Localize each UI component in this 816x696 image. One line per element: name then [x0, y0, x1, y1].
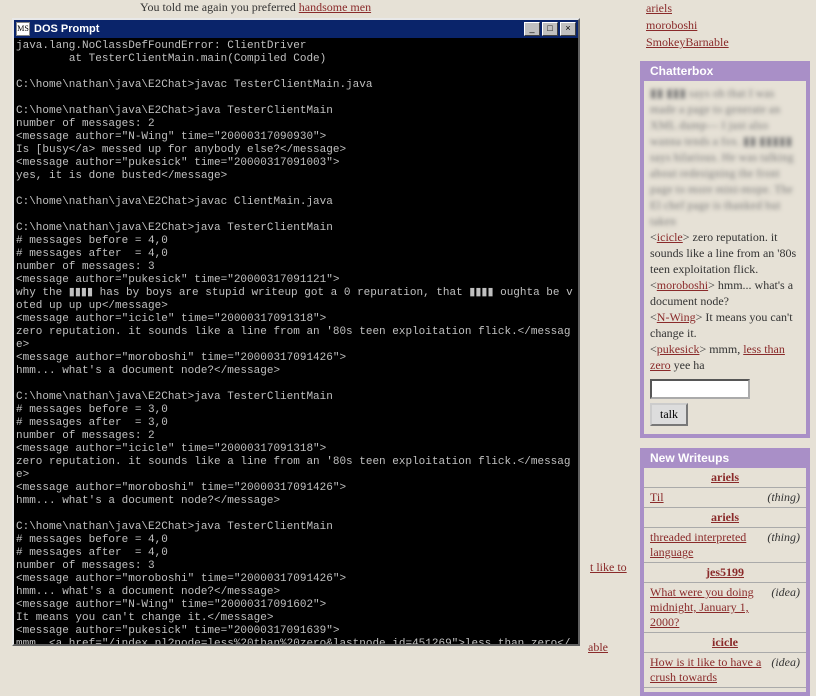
writeup-title-link[interactable]: How is it like to have a crush towards: [650, 655, 765, 685]
titlebar[interactable]: MS DOS Prompt _ □ ×: [14, 20, 578, 38]
writeup-type: (thing): [767, 530, 800, 545]
handsome-men-link[interactable]: handsome men: [299, 0, 371, 14]
chatterbox-message: <moroboshi> hmm... what's a document nod…: [650, 277, 800, 309]
talk-button[interactable]: talk: [650, 403, 688, 426]
bg-link-1[interactable]: t like to: [590, 560, 627, 575]
top-text-line1-prefix: You told me again you preferred: [140, 0, 299, 14]
user-link[interactable]: ariels: [646, 1, 672, 16]
writeup-row: Til (thing): [644, 488, 806, 508]
writeup-row: threaded interpreted language (thing): [644, 528, 806, 563]
new-writeups-panel: New Writeups arielsTil(thing)arielsthrea…: [640, 448, 810, 696]
new-writeups-header: New Writeups: [644, 448, 806, 468]
writeup-title-link[interactable]: What were you doing midnight, January 1,…: [650, 585, 765, 630]
writeup-type: (idea): [771, 585, 800, 600]
chat-user-link[interactable]: moroboshi: [657, 278, 708, 292]
user-link[interactable]: moroboshi: [646, 18, 697, 33]
bg-link-2[interactable]: able: [588, 640, 608, 655]
writeup-author-link[interactable]: jes5199: [644, 563, 806, 583]
close-button[interactable]: ×: [560, 22, 576, 36]
writeup-type: (thing): [767, 490, 800, 505]
minimize-button[interactable]: _: [524, 22, 540, 36]
chatterbox-header: Chatterbox: [644, 61, 806, 81]
chatterbox-message: <icicle> zero reputation. it sounds like…: [650, 229, 800, 277]
chatterbox-body: ▮▮ ▮▮▮ says oh that I was made a page to…: [644, 81, 806, 430]
writeup-author-link[interactable]: ariels: [644, 468, 806, 488]
chatterbox-blurred: ▮▮ ▮▮▮ says oh that I was made a page to…: [650, 85, 800, 229]
chat-user-link[interactable]: N-Wing: [657, 310, 696, 324]
chatterbox-panel: Chatterbox ▮▮ ▮▮▮ says oh that I was mad…: [640, 61, 810, 438]
msdos-icon: MS: [16, 22, 30, 36]
window-title: DOS Prompt: [34, 23, 522, 35]
sidebar: ariels moroboshi SmokeyBarnable Chatterb…: [640, 0, 810, 696]
dos-window: MS DOS Prompt _ □ × java.lang.NoClassDef…: [12, 18, 580, 646]
writeup-title-link[interactable]: Til: [650, 490, 761, 505]
chat-user-link[interactable]: pukesick: [657, 342, 700, 356]
writeup-row: How is it like to have a crush towards (i…: [644, 653, 806, 688]
writeup-author-link[interactable]: ariels: [644, 508, 806, 528]
writeup-title-link[interactable]: threaded interpreted language: [650, 530, 761, 560]
terminal-output[interactable]: java.lang.NoClassDefFoundError: ClientDr…: [14, 38, 578, 644]
writeup-row: What were you doing midnight, January 1,…: [644, 583, 806, 633]
chatterbox-message: <N-Wing> It means you can't change it.: [650, 309, 800, 341]
user-link[interactable]: SmokeyBarnable: [646, 35, 729, 50]
writeup-type: (idea): [771, 655, 800, 670]
chatterbox-input[interactable]: [650, 379, 750, 399]
other-users-list: ariels moroboshi SmokeyBarnable: [640, 0, 810, 51]
writeup-author-link[interactable]: icicle: [644, 633, 806, 653]
chat-user-link[interactable]: icicle: [657, 230, 683, 244]
maximize-button[interactable]: □: [542, 22, 558, 36]
chatterbox-message: <pukesick> mmm, less than zero yee ha: [650, 341, 800, 373]
